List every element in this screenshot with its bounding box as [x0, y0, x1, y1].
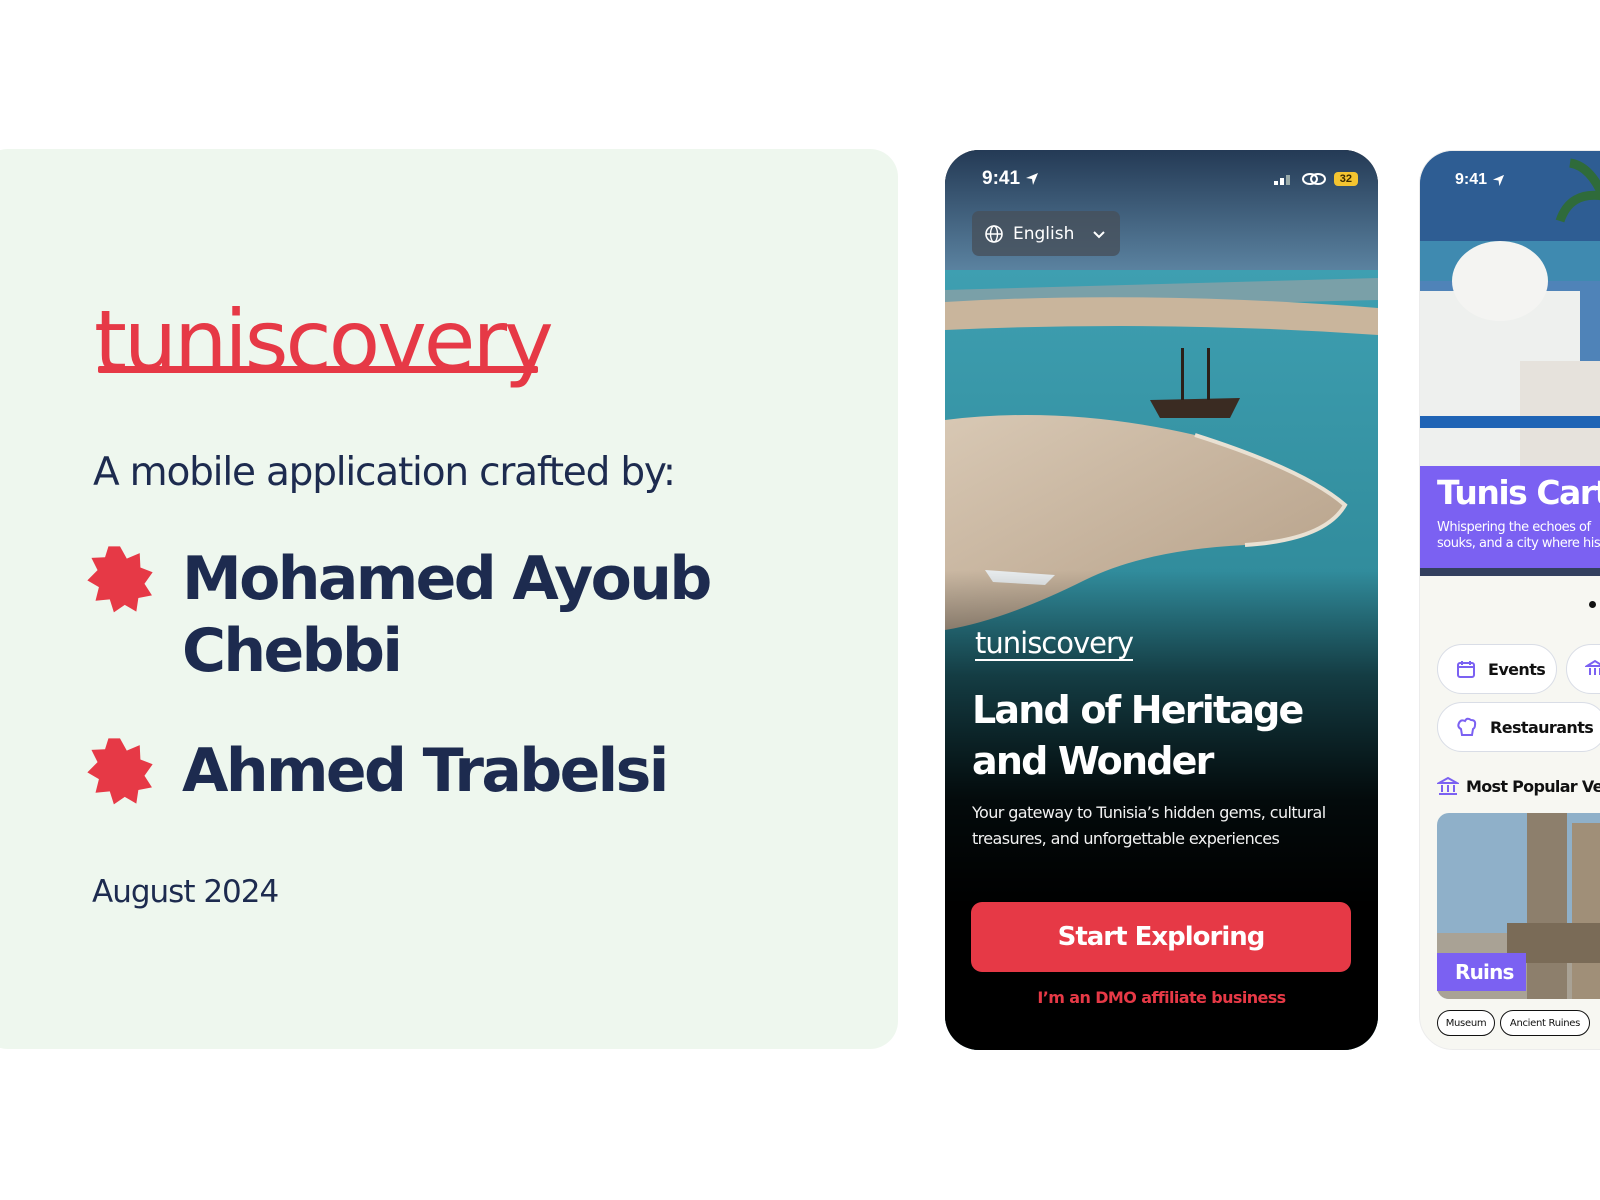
landmark-icon: [1437, 776, 1459, 795]
app-logo: tuniscovery: [975, 626, 1134, 661]
battery-indicator: 32: [1333, 172, 1358, 186]
venue-tag[interactable]: Museum: [1437, 1010, 1495, 1036]
star-burst-icon: [87, 546, 153, 613]
chef-hat-icon: [1457, 717, 1477, 736]
section-title-popular-venues: Most Popular Ver: [1437, 776, 1600, 796]
chevron-down-icon: [1093, 230, 1106, 238]
sidi-bou-said-image: [1420, 151, 1600, 466]
language-label: English: [1013, 223, 1075, 244]
status-bar-time: 9:41: [982, 168, 1039, 190]
dmo-affiliate-link[interactable]: I’m an DMO affiliate business: [945, 988, 1378, 1007]
author-name: Ahmed Trabelsi: [182, 736, 669, 806]
link-icon: [1301, 173, 1326, 185]
location-arrow-icon: [1492, 174, 1505, 186]
language-selector[interactable]: English: [972, 211, 1120, 256]
author-item: Mohamed Ayoub Chebbi: [86, 543, 742, 687]
start-exploring-button[interactable]: Start Exploring: [971, 902, 1351, 972]
venue-tag[interactable]: Ancient Ruines: [1500, 1010, 1590, 1036]
signal-icon: [1273, 175, 1290, 185]
venue-category-badge: Ruins: [1437, 953, 1526, 991]
author-name: Mohamed Ayoub Chebbi: [182, 544, 712, 686]
destination-title: Tunis Carth: [1437, 473, 1600, 512]
project-date: August 2024: [92, 874, 279, 910]
hero-title: Land of Heritage and Wonder: [972, 688, 1304, 783]
star-burst-icon: [87, 738, 153, 805]
home-screen-mockup: 9:41 Tunis Carth Whispering the echoes o…: [1419, 150, 1600, 1050]
status-bar-time: 9:41: [1455, 171, 1505, 189]
banner-shadow: [1420, 568, 1600, 576]
author-item: Ahmed Trabelsi: [86, 735, 742, 807]
hero-subtitle: Your gateway to Tunisia’s hidden gems, c…: [972, 803, 1326, 848]
crafted-by-heading: A mobile application crafted by:: [93, 450, 676, 495]
category-chip-restaurants[interactable]: Restaurants: [1437, 702, 1600, 752]
carousel-dot[interactable]: [1589, 601, 1596, 608]
globe-icon: [985, 224, 1003, 243]
project-info-card: tuniscovery A mobile application crafted…: [0, 149, 898, 1049]
category-chip-venues[interactable]: [1566, 644, 1600, 694]
brand-underline: [98, 366, 538, 373]
destination-subtitle: Whispering the echoes of souks, and a ci…: [1437, 520, 1600, 551]
calendar-icon: [1457, 661, 1475, 678]
location-arrow-icon: [1026, 173, 1039, 185]
status-bar-icons: 32: [1273, 172, 1358, 186]
landmark-icon: [1585, 659, 1600, 675]
welcome-screen-mockup: 9:41 32 English tuniscovery Land of Heri…: [945, 150, 1378, 1050]
category-chip-events[interactable]: Events: [1437, 644, 1557, 694]
